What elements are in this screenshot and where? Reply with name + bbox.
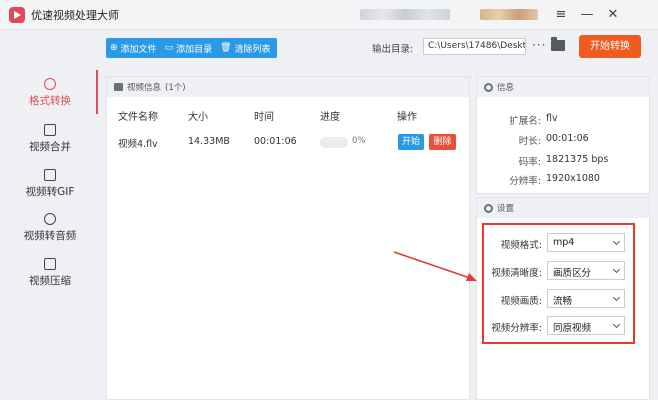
annotation-arrow [393,251,477,281]
